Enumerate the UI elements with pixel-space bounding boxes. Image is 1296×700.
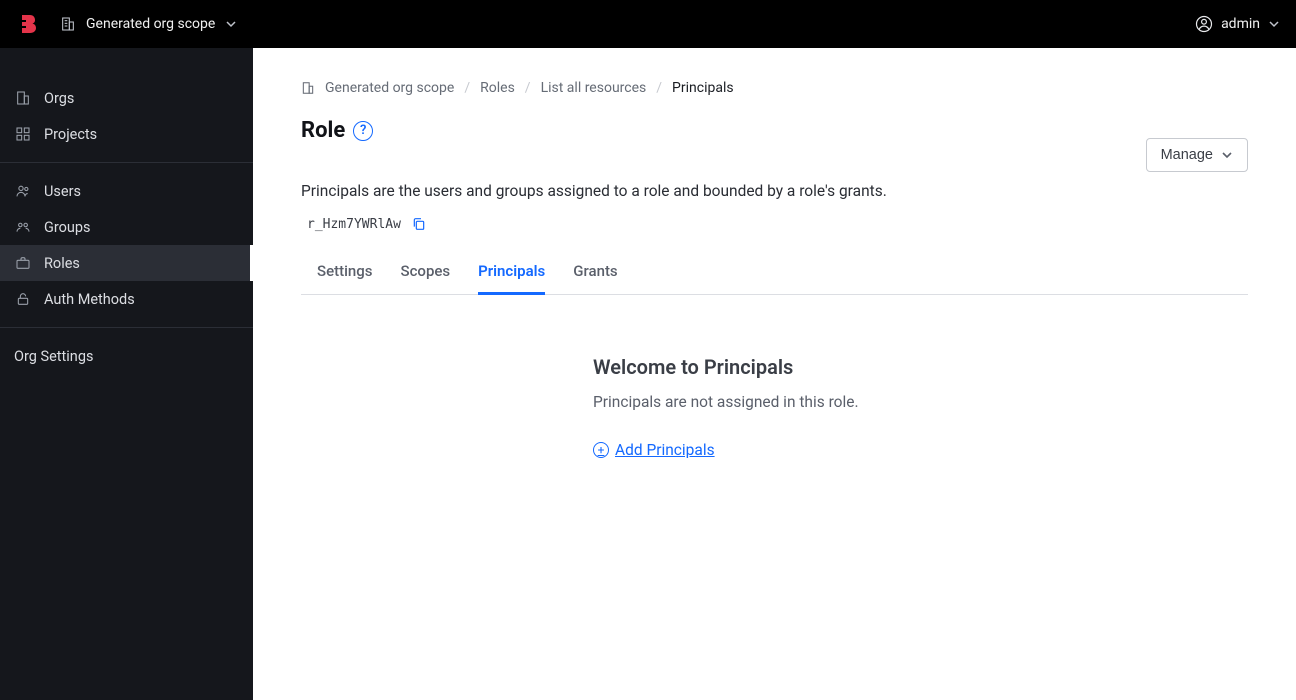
empty-state: Welcome to Principals Principals are not… bbox=[593, 355, 1233, 459]
chevron-down-icon bbox=[225, 18, 237, 30]
page-description: Principals are the users and groups assi… bbox=[301, 182, 1248, 200]
tab-scopes[interactable]: Scopes bbox=[401, 252, 451, 295]
tab-principals[interactable]: Principals bbox=[478, 252, 545, 295]
sidebar-item-label: Users bbox=[44, 183, 81, 200]
page-header-left: Role ? bbox=[301, 118, 373, 143]
chevron-down-icon bbox=[1221, 149, 1233, 161]
sidebar-item-label: Projects bbox=[44, 126, 97, 143]
sidebar-item-label: Orgs bbox=[44, 90, 74, 107]
divider bbox=[0, 327, 253, 328]
chevron-down-icon bbox=[1268, 18, 1280, 30]
sidebar-item-label: Auth Methods bbox=[44, 291, 135, 308]
users-icon bbox=[14, 182, 32, 200]
breadcrumb-link[interactable]: List all resources bbox=[541, 80, 647, 96]
sidebar-item-projects[interactable]: Projects bbox=[0, 116, 253, 152]
sidebar-item-org-settings[interactable]: Org Settings bbox=[0, 334, 253, 379]
user-label: admin bbox=[1221, 16, 1260, 32]
sidebar-item-groups[interactable]: Groups bbox=[0, 209, 253, 245]
breadcrumb-link[interactable]: Generated org scope bbox=[325, 80, 454, 96]
sidebar: Orgs Projects bbox=[0, 48, 253, 700]
breadcrumb-separator: / bbox=[525, 80, 531, 96]
briefcase-icon bbox=[14, 254, 32, 272]
page-header: Role ? Manage bbox=[301, 118, 1248, 172]
resource-id: r_Hzm7YWRlAw bbox=[307, 217, 401, 232]
building-icon bbox=[14, 89, 32, 107]
topbar: Generated org scope admin bbox=[0, 0, 1296, 48]
manage-button[interactable]: Manage bbox=[1146, 138, 1248, 172]
tab-settings[interactable]: Settings bbox=[317, 252, 373, 295]
main-content: Generated org scope / Roles / List all r… bbox=[253, 48, 1296, 700]
sidebar-item-label: Org Settings bbox=[14, 348, 93, 365]
add-principals-label: Add Principals bbox=[615, 441, 715, 459]
breadcrumb-separator: / bbox=[656, 80, 662, 96]
grid-icon bbox=[14, 125, 32, 143]
plus-circle-icon: + bbox=[593, 442, 609, 458]
empty-state-title: Welcome to Principals bbox=[593, 355, 1233, 379]
tab-grants[interactable]: Grants bbox=[573, 252, 617, 295]
scope-selector[interactable]: Generated org scope bbox=[60, 16, 237, 32]
user-menu[interactable]: admin bbox=[1195, 15, 1280, 33]
group-icon bbox=[14, 218, 32, 236]
sidebar-item-users[interactable]: Users bbox=[0, 173, 253, 209]
sidebar-item-orgs[interactable]: Orgs bbox=[0, 80, 253, 116]
breadcrumb-current: Principals bbox=[672, 80, 734, 96]
title-row: Role ? bbox=[301, 118, 373, 143]
app-logo[interactable] bbox=[16, 12, 40, 36]
nav-group: Users Groups Roles bbox=[0, 169, 253, 321]
add-principals-link[interactable]: + Add Principals bbox=[593, 441, 715, 459]
nav-group: Orgs Projects bbox=[0, 76, 253, 156]
tabs: Settings Scopes Principals Grants bbox=[301, 252, 1248, 295]
breadcrumb-link[interactable]: Roles bbox=[480, 80, 515, 96]
breadcrumb: Generated org scope / Roles / List all r… bbox=[301, 80, 1248, 96]
manage-button-label: Manage bbox=[1161, 147, 1213, 163]
sidebar-item-label: Roles bbox=[44, 255, 80, 272]
lock-icon bbox=[14, 290, 32, 308]
divider bbox=[0, 162, 253, 163]
user-icon bbox=[1195, 15, 1213, 33]
empty-state-description: Principals are not assigned in this role… bbox=[593, 393, 1233, 411]
sidebar-item-roles[interactable]: Roles bbox=[0, 245, 253, 281]
sidebar-item-label: Groups bbox=[44, 219, 91, 236]
scope-label: Generated org scope bbox=[86, 16, 215, 32]
copy-icon[interactable] bbox=[411, 216, 427, 232]
sidebar-item-auth-methods[interactable]: Auth Methods bbox=[0, 281, 253, 317]
building-icon bbox=[301, 81, 315, 95]
help-icon[interactable]: ? bbox=[353, 121, 373, 141]
breadcrumb-separator: / bbox=[464, 80, 470, 96]
resource-id-row: r_Hzm7YWRlAw bbox=[301, 216, 1248, 232]
topbar-left: Generated org scope bbox=[16, 12, 237, 36]
building-icon bbox=[60, 16, 76, 32]
page-title: Role bbox=[301, 118, 345, 143]
topbar-right: admin bbox=[1195, 15, 1280, 33]
